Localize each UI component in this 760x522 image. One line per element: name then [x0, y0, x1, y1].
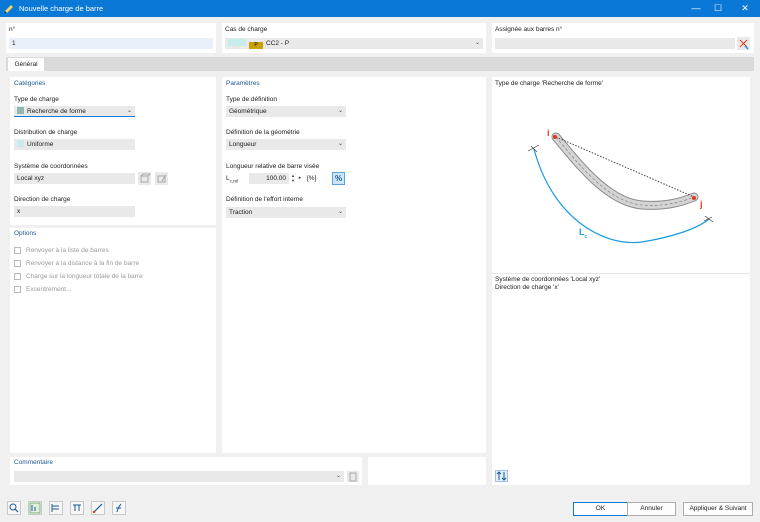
comment-label: Commentaire	[14, 459, 54, 466]
chevron-down-icon: ⌄	[337, 108, 343, 114]
tab-general[interactable]: Général	[8, 58, 44, 71]
coord-system-field: Local xyz	[14, 173, 135, 184]
option-checkbox[interactable]	[14, 260, 21, 267]
chevron-down-icon: ⌄	[337, 209, 343, 215]
window-title: Nouvelle charge de barre	[19, 4, 104, 13]
comment-side-panel	[368, 457, 486, 485]
cancel-button[interactable]: Annuler	[627, 502, 676, 516]
select-members-icon	[739, 39, 749, 50]
geometry-label: Définition de la géométrie	[226, 129, 300, 136]
preview-info-coord: Système de coordonnées 'Local xyz'	[495, 276, 601, 283]
geometry-value: Longueur	[229, 141, 257, 148]
app-icon	[4, 5, 13, 13]
member-icon[interactable]	[91, 501, 105, 515]
load-type-swatch	[17, 107, 24, 114]
title-bar: Nouvelle charge de barre — ☐ ✕	[0, 0, 760, 17]
option-label: Renvoyer à la distance à la fin de barre	[26, 260, 140, 267]
apply-next-button[interactable]: Appliquer & Suivant	[683, 502, 753, 516]
chevron-down-icon: ⌄	[335, 473, 341, 479]
internal-force-label: Définition de l'effort interne	[226, 196, 304, 203]
number-field[interactable]: 1	[9, 38, 213, 49]
coord-system-button-2[interactable]	[155, 172, 168, 185]
parameters-header: Paramètres	[226, 80, 260, 87]
definition-type-value: Géométrique	[229, 108, 267, 115]
option-checkbox[interactable]	[14, 286, 21, 293]
relative-length-label: Longueur relative de barre visée	[226, 163, 320, 170]
loadcase-tag: P	[249, 42, 263, 49]
relative-length-spinner[interactable]: ▲ ▼	[290, 173, 296, 184]
assigned-panel: Assignée aux barres n°	[492, 23, 754, 53]
comment-panel: Commentaire ⌄	[10, 457, 362, 485]
close-button[interactable]: ✕	[732, 0, 758, 17]
loadcase-value: CC2 - P	[266, 40, 290, 47]
node-i-label: i	[547, 128, 550, 138]
units-icon[interactable]	[28, 501, 42, 515]
option-label: Charge sur la longueur totale de la barr…	[26, 273, 143, 280]
direction-label: Direction de charge	[14, 196, 71, 203]
option-checkbox[interactable]	[14, 247, 21, 254]
chevron-down-icon: ⌄	[337, 141, 343, 147]
chevron-down-icon: ⌄	[474, 40, 480, 46]
coord-system-label: Système de coordonnées	[14, 163, 88, 170]
relative-length-symbol: Lc,rel	[226, 175, 239, 184]
loadcase-panel: Cas de charge P CC2 - P ⌄	[222, 23, 486, 53]
preview-title: Type de charge 'Recherche de forme'	[495, 80, 603, 87]
distribution-swatch	[17, 140, 24, 147]
preview-settings-icon	[496, 471, 507, 481]
distribution-field: Uniforme	[14, 139, 135, 150]
select-members-button[interactable]	[737, 37, 750, 50]
categories-header: Catégories	[14, 80, 46, 87]
preview-divider	[492, 273, 750, 274]
assigned-label: Assignée aux barres n°	[495, 26, 563, 33]
loadcase-color-swatch	[228, 39, 246, 46]
loadcase-label: Cas de charge	[225, 26, 268, 33]
load-type-dropdown[interactable]: Recherche de forme ⌄	[14, 106, 135, 117]
ok-button[interactable]: OK	[573, 502, 628, 516]
relative-length-arrow[interactable]: ▸	[297, 173, 303, 184]
load-type-value: Recherche de forme	[27, 108, 86, 115]
clipboard-icon	[349, 472, 357, 482]
load-type-label: Type de charge	[14, 96, 59, 103]
form-finding-diagram	[527, 132, 714, 244]
categories-panel: Catégories Type de charge Recherche de f…	[10, 77, 216, 225]
preview-info-direction: Direction de charge 'x'	[495, 284, 559, 291]
definition-type-dropdown[interactable]: Géométrique ⌄	[226, 106, 346, 117]
number-label: n°	[9, 26, 16, 33]
option-checkbox[interactable]	[14, 273, 21, 280]
options-panel: Options Renvoyer à la liste de barres Re…	[10, 228, 216, 453]
distribution-value: Uniforme	[27, 141, 54, 148]
internal-force-value: Traction	[229, 209, 253, 216]
distribution-label: Distribution de charge	[14, 129, 78, 136]
percent-toggle-button[interactable]: %	[332, 172, 345, 185]
assigned-field[interactable]	[495, 38, 735, 49]
relative-length-unit: [%]	[307, 175, 317, 182]
node-j-label: j	[700, 199, 703, 209]
cable-length-label: Lc	[579, 227, 588, 240]
parameters-panel: Paramètres Type de définition Géométriqu…	[222, 77, 486, 453]
tab-strip	[6, 57, 754, 71]
comment-input[interactable]: ⌄	[14, 471, 344, 482]
direction-field: x	[14, 206, 135, 217]
preview-settings-button[interactable]	[495, 470, 508, 482]
definition-type-label: Type de définition	[226, 96, 277, 103]
preview-panel: Type de charge 'Recherche de forme' i j …	[492, 77, 750, 485]
relative-length-input[interactable]: 100.00	[249, 173, 289, 184]
comment-clear-button[interactable]	[347, 471, 359, 482]
geometry-dropdown[interactable]: Longueur ⌄	[226, 139, 346, 150]
maximize-button[interactable]: ☐	[705, 0, 731, 17]
option-label: Renvoyer à la liste de barres	[26, 247, 109, 254]
loadcase-dropdown[interactable]: P CC2 - P ⌄	[225, 38, 483, 49]
coord-system-button-1[interactable]	[138, 172, 151, 185]
internal-force-dropdown[interactable]: Traction ⌄	[226, 207, 346, 218]
coord-system-icon	[140, 173, 151, 183]
coord-system-edit-icon	[157, 174, 167, 183]
search-icon[interactable]	[7, 501, 21, 515]
number-panel: n° 1	[6, 23, 216, 53]
table-icon[interactable]	[49, 501, 63, 515]
chevron-down-icon: ⌄	[126, 108, 132, 114]
load-icon[interactable]	[70, 501, 84, 515]
options-header: Options	[14, 230, 37, 237]
option-label: Excentrement...	[26, 286, 72, 293]
formula-icon[interactable]	[112, 501, 126, 515]
